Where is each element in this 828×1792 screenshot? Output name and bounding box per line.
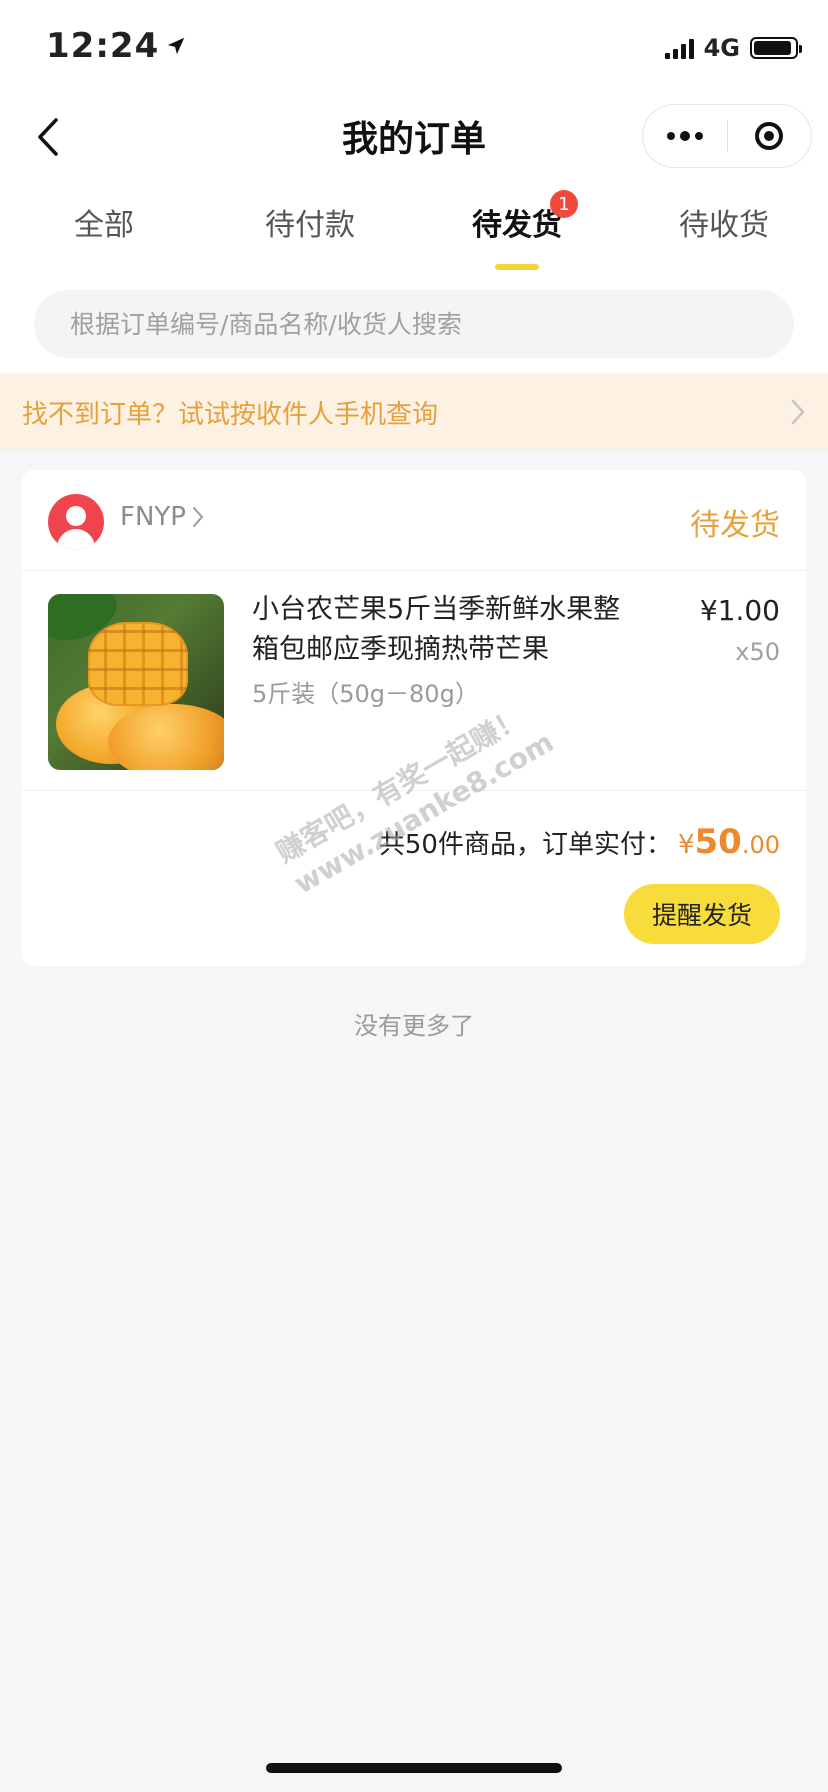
product-price: ¥1.00: [699, 594, 780, 627]
shop-name-text: FNYP: [120, 502, 186, 532]
location-arrow-icon: [167, 37, 185, 55]
close-button[interactable]: [728, 105, 812, 167]
no-more-text: 没有更多了: [354, 1012, 474, 1040]
product-quantity: x50: [735, 638, 780, 666]
tab-all[interactable]: 全部: [74, 200, 134, 244]
product-spec: 5斤装（50g－80g）: [252, 680, 479, 708]
home-indicator[interactable]: [266, 1763, 562, 1773]
product-image[interactable]: [48, 594, 224, 770]
amount-integer: 50: [694, 822, 742, 862]
chevron-right-icon: [192, 507, 203, 527]
tab-active-indicator: [495, 264, 539, 270]
chevron-right-icon: [791, 399, 805, 425]
status-time-text: 12:24: [46, 26, 160, 66]
avatar: [48, 494, 104, 550]
shop-row[interactable]: FNYP 待发货: [22, 470, 806, 571]
tab-label: 待付款: [265, 208, 355, 243]
tab-label: 全部: [74, 208, 134, 243]
shop-name[interactable]: FNYP: [120, 502, 204, 532]
tab-label: 待发货: [472, 208, 562, 243]
network-label: 4G: [703, 34, 740, 62]
order-page: 12:24 4G 我的订单 全部 待付款 待发货 1 待收货 根据订单编号/商品…: [0, 0, 828, 1792]
notice-text: 找不到订单？试试按收件人手机查询: [22, 399, 439, 430]
order-summary: 共50件商品，订单实付： ¥ 50 .00: [379, 822, 780, 862]
amount-decimal: .00: [741, 831, 780, 859]
order-status: 待发货: [690, 508, 780, 543]
order-tabs: 全部 待付款 待发货 1 待收货: [0, 190, 828, 272]
search-input[interactable]: [68, 308, 794, 340]
signal-icon: [664, 37, 694, 59]
more-dots-icon: [666, 131, 703, 141]
mini-program-capsule: [642, 104, 812, 168]
tab-pending-payment[interactable]: 待付款: [265, 200, 355, 244]
status-right: 4G: [664, 34, 802, 62]
notice-bar[interactable]: 找不到订单？试试按收件人手机查询: [0, 374, 828, 450]
remind-shipment-button[interactable]: 提醒发货: [624, 884, 780, 944]
tab-badge: 1: [550, 190, 578, 218]
product-title: 小台农芒果5斤当季新鲜水果整箱包邮应季现摘热带芒果: [252, 594, 621, 665]
tab-pending-receipt[interactable]: 待收货: [679, 200, 769, 244]
more-button[interactable]: [643, 105, 727, 167]
tab-label: 待收货: [679, 208, 769, 243]
tab-pending-shipment[interactable]: 待发货 1: [472, 190, 578, 270]
battery-icon: [750, 37, 802, 59]
status-time: 12:24: [46, 26, 187, 66]
target-circle-icon: [755, 122, 784, 150]
amount-symbol: ¥: [677, 830, 695, 860]
search-box: [34, 290, 794, 358]
order-card: FNYP 待发货 小台农芒果5斤当季新鲜水果整箱包邮应季现摘热带芒果 5斤装（5…: [22, 470, 806, 966]
